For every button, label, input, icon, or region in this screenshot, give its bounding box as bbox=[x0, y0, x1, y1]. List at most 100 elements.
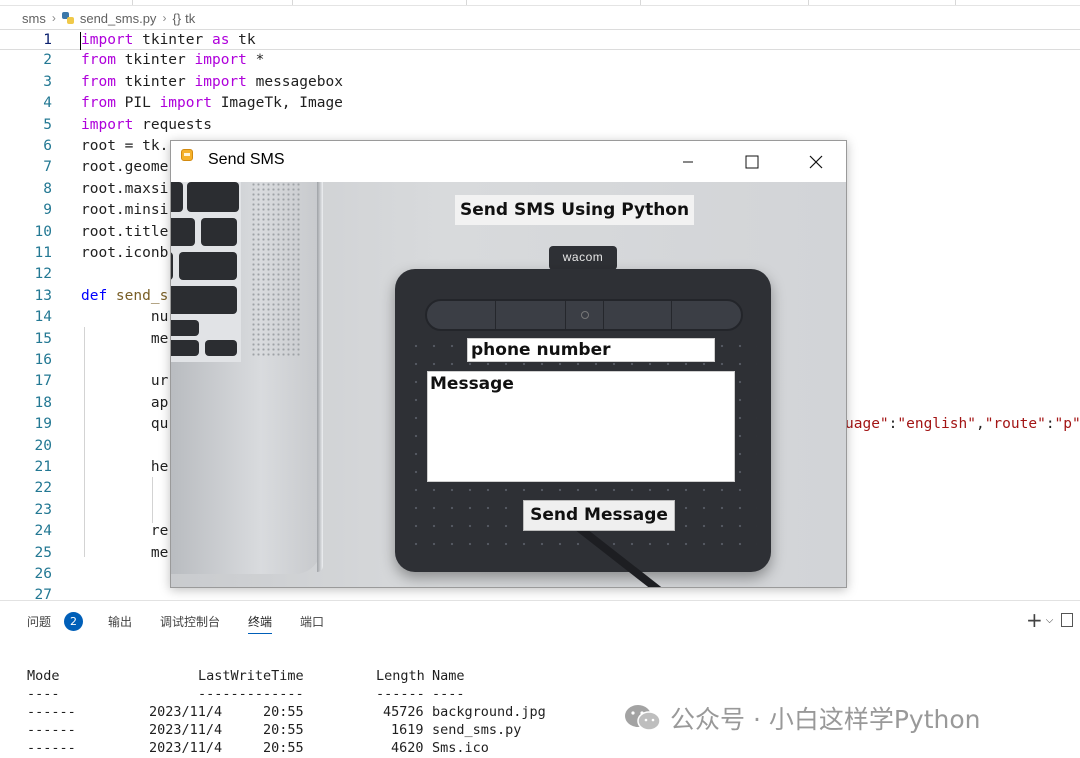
tab-debug-console[interactable]: 调试控制台 bbox=[160, 612, 220, 634]
breadcrumb-file[interactable]: send_sms.py bbox=[80, 11, 157, 26]
symbol-module-icon: {} bbox=[172, 10, 182, 26]
file-name: background.jpg bbox=[432, 704, 546, 720]
breadcrumb-folder[interactable]: sms bbox=[22, 11, 46, 26]
problems-count-badge: 2 bbox=[64, 612, 83, 631]
chevron-down-icon[interactable]: ⌵ bbox=[1046, 615, 1054, 626]
file-mode: ------ bbox=[27, 704, 76, 720]
code-line[interactable]: 2 from tkinter import * bbox=[0, 50, 1080, 71]
line-number: 1 bbox=[43, 32, 52, 48]
brand-label: wacom bbox=[562, 250, 604, 264]
keyboard-image bbox=[171, 182, 241, 362]
wechat-logo-icon bbox=[624, 703, 662, 733]
maximize-button[interactable] bbox=[729, 141, 775, 182]
tab-ports[interactable]: 端口 bbox=[300, 612, 324, 634]
new-terminal-plus-icon[interactable]: + bbox=[1026, 609, 1043, 631]
code-line[interactable]: 1 import tkinter as tk bbox=[0, 29, 1080, 51]
code-token: , bbox=[975, 416, 985, 433]
code-text: import requests bbox=[81, 115, 212, 136]
code-text: root.geome bbox=[81, 157, 168, 178]
code-token: ImageTk, Image bbox=[211, 95, 343, 112]
tab-separator bbox=[132, 0, 133, 5]
code-token: me bbox=[81, 544, 169, 561]
line-number: 25 bbox=[34, 544, 52, 561]
code-token: from bbox=[81, 52, 116, 69]
code-line[interactable]: 5 import requests bbox=[0, 115, 1080, 136]
line-number: 13 bbox=[34, 287, 52, 304]
terminal-file-row: ------ 2023/11/4 20:55 1619 send_sms.py bbox=[27, 721, 521, 739]
code-line[interactable]: 3 from tkinter import messagebox bbox=[0, 72, 1080, 93]
tab-terminal[interactable]: 终端 bbox=[248, 612, 273, 634]
code-text: qu bbox=[81, 414, 168, 435]
col-mode: Mode bbox=[27, 668, 60, 684]
message-textarea[interactable]: Message bbox=[427, 371, 735, 482]
tab-output[interactable]: 输出 bbox=[108, 612, 132, 634]
terminal-file-row: ------ 2023/11/4 20:55 4620 Sms.ico bbox=[27, 739, 489, 757]
tablet-express-keys bbox=[425, 299, 743, 331]
window-titlebar[interactable]: Send SMS bbox=[171, 141, 846, 182]
code-text: he bbox=[81, 457, 168, 478]
terminal-file-row: ------ 2023/11/4 20:55 45726 background.… bbox=[27, 703, 546, 721]
editor-tab-strip bbox=[0, 0, 1080, 6]
code-token: import bbox=[194, 52, 247, 69]
code-token: from bbox=[81, 73, 116, 90]
close-icon bbox=[809, 155, 823, 168]
code-text: import tkinter as tk bbox=[81, 30, 256, 51]
tab-problems[interactable]: 问题 bbox=[27, 612, 51, 634]
code-text: re bbox=[81, 521, 168, 542]
minimize-button[interactable] bbox=[665, 141, 711, 182]
code-token: "p" bbox=[1054, 416, 1080, 433]
split-terminal-icon[interactable] bbox=[1061, 613, 1074, 627]
laptop-image bbox=[171, 182, 321, 574]
code-token: root.geome bbox=[81, 159, 169, 176]
speaker-grille bbox=[251, 182, 301, 357]
terminal-output[interactable]: Mode LastWriteTime Length Name ---- ----… bbox=[27, 667, 546, 757]
line-number: 10 bbox=[34, 223, 52, 240]
sms-app-icon bbox=[181, 149, 193, 161]
line-number: 17 bbox=[34, 373, 52, 390]
code-token: ap bbox=[81, 394, 169, 411]
watermark: 公众号 · 小白这样学Python bbox=[624, 700, 981, 736]
code-text: def send_s bbox=[81, 286, 168, 307]
maximize-icon bbox=[745, 155, 759, 168]
file-time: 20:55 bbox=[263, 722, 304, 738]
code-token: nu bbox=[81, 309, 169, 326]
code-text: ap bbox=[81, 393, 168, 414]
tab-separator bbox=[808, 0, 809, 5]
breadcrumb-symbol[interactable]: tk bbox=[185, 11, 195, 26]
file-time: 20:55 bbox=[263, 740, 304, 756]
window-title: Send SMS bbox=[208, 151, 285, 168]
file-length: 45726 bbox=[383, 704, 424, 720]
terminal-header-row: Mode LastWriteTime Length Name bbox=[27, 667, 465, 685]
code-token: he bbox=[81, 459, 169, 475]
minimize-icon bbox=[683, 161, 693, 162]
code-text: root.iconb bbox=[81, 243, 168, 264]
phone-number-field[interactable]: phone number bbox=[467, 338, 715, 362]
code-token: "english" bbox=[897, 416, 976, 433]
line-number: 6 bbox=[43, 138, 52, 154]
code-token: qu bbox=[81, 416, 169, 433]
code-token: root.iconb bbox=[81, 245, 169, 261]
code-token: me bbox=[81, 330, 169, 347]
tab-separator bbox=[292, 0, 293, 5]
code-token: uage" bbox=[845, 416, 889, 433]
file-date: 2023/11/4 bbox=[149, 722, 223, 738]
file-date: 2023/11/4 bbox=[149, 740, 223, 756]
code-text: nu bbox=[81, 307, 168, 328]
col-length: Length bbox=[376, 668, 425, 684]
col-name: Name bbox=[432, 668, 465, 684]
underline-time: ------------- bbox=[198, 686, 304, 702]
code-token: import bbox=[81, 32, 134, 48]
line-number: 3 bbox=[43, 73, 52, 90]
underline-mode: ---- bbox=[27, 686, 60, 702]
code-line[interactable]: 4 from PIL import ImageTk, Image bbox=[0, 93, 1080, 114]
code-token: ur bbox=[81, 373, 169, 390]
send-sms-window[interactable]: Send SMS wacom Send SMS Using Python pho… bbox=[170, 140, 847, 588]
send-message-button[interactable]: Send Message bbox=[523, 500, 675, 531]
code-token: from bbox=[81, 95, 116, 112]
code-token: tkinter bbox=[133, 32, 212, 48]
laptop-edge bbox=[317, 182, 323, 572]
line-number: 24 bbox=[34, 523, 52, 540]
close-button[interactable] bbox=[793, 141, 839, 182]
underline-name: ---- bbox=[432, 686, 465, 702]
line-number: 8 bbox=[43, 180, 52, 197]
